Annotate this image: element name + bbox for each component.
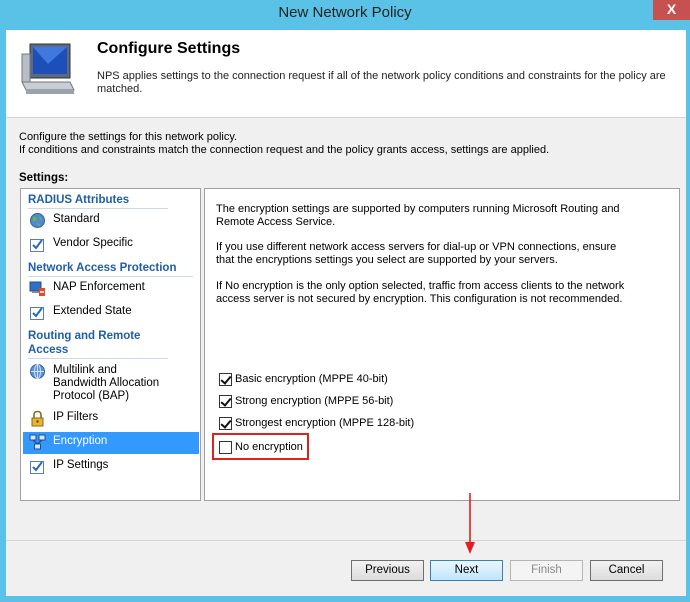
- sidebar-item-encryption[interactable]: Encryption: [23, 432, 199, 454]
- group-network-access-protection: Network Access Protection: [28, 261, 193, 277]
- close-button[interactable]: X: [653, 0, 690, 20]
- settings-label: Settings:: [19, 172, 69, 184]
- strongest-encryption-checkbox[interactable]: [219, 416, 232, 430]
- next-button[interactable]: Next: [430, 560, 503, 581]
- sidebar-item-multilink-bap[interactable]: Multilink and Bandwidth Allocation Proto…: [23, 361, 199, 403]
- wizard-header: Configure Settings NPS applies settings …: [6, 30, 686, 118]
- title-bar: New Network Policy X: [0, 0, 690, 30]
- basic-encryption-option[interactable]: Basic encryption (MPPE 40-bit): [219, 371, 388, 387]
- no-encryption-note: If No encryption is the only option sele…: [216, 280, 625, 305]
- sidebar-item-standard[interactable]: Standard: [23, 210, 199, 232]
- settings-tree: RADIUS Attributes Standard Vendor Specif…: [20, 188, 201, 501]
- sidebar-item-ip-filters[interactable]: IP Filters: [23, 408, 199, 430]
- dialog-client: Configure Settings NPS applies settings …: [6, 30, 686, 596]
- previous-button[interactable]: Previous: [351, 560, 424, 581]
- checklist-icon: [30, 461, 44, 474]
- encryption-warning-text: If you use different network access serv…: [216, 241, 617, 266]
- checklist-icon: [30, 307, 44, 320]
- finish-button[interactable]: Finish: [510, 560, 583, 581]
- intro-text: Configure the settings for this network …: [19, 131, 549, 157]
- window-title: New Network Policy: [278, 4, 412, 21]
- sidebar-item-vendor-specific[interactable]: Vendor Specific: [23, 234, 199, 256]
- encryption-settings-panel: The encryption settings are supported by…: [204, 188, 680, 501]
- sidebar-item-nap-enforcement[interactable]: NAP Enforcement: [23, 278, 199, 300]
- cancel-button[interactable]: Cancel: [590, 560, 663, 581]
- sidebar-item-ip-settings[interactable]: IP Settings: [23, 456, 199, 478]
- strong-encryption-checkbox[interactable]: [219, 394, 232, 408]
- basic-encryption-checkbox[interactable]: [219, 372, 232, 386]
- computer-monitor-icon: [21, 43, 75, 94]
- lock-icon: [31, 410, 44, 427]
- encryption-icon: [29, 434, 46, 450]
- footer-divider: [6, 540, 686, 541]
- nap-icon: [29, 281, 45, 296]
- network-icon: [30, 364, 45, 379]
- globe-icon: [30, 213, 45, 228]
- no-encryption-checkbox[interactable]: [219, 440, 232, 454]
- checklist-icon: [30, 239, 44, 252]
- sidebar-item-extended-state[interactable]: Extended State: [23, 302, 199, 324]
- page-description: NPS applies settings to the connection r…: [97, 70, 666, 95]
- intro-line-1: Configure the settings for this network …: [19, 131, 238, 143]
- strongest-encryption-option[interactable]: Strongest encryption (MPPE 128-bit): [219, 415, 414, 431]
- intro-line-2: If conditions and constraints match the …: [19, 144, 550, 156]
- no-encryption-option[interactable]: No encryption: [219, 439, 303, 455]
- strong-encryption-option[interactable]: Strong encryption (MPPE 56-bit): [219, 393, 393, 409]
- encryption-info-text: The encryption settings are supported by…: [216, 203, 620, 228]
- page-title: Configure Settings: [97, 40, 241, 57]
- group-radius-attributes: RADIUS Attributes: [28, 193, 178, 209]
- group-routing-remote-access: Routing and Remote Access: [28, 329, 168, 359]
